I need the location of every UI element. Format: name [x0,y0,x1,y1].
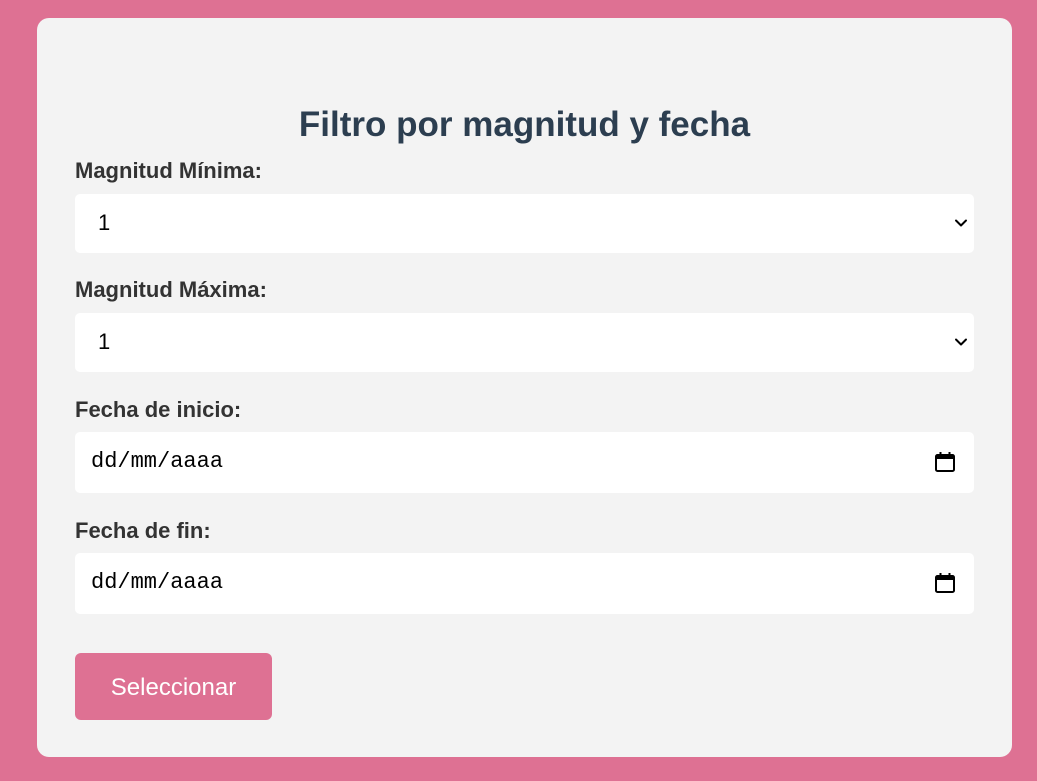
start-date-input[interactable]: dd/mm/aaaa [75,432,974,493]
select-button[interactable]: Seleccionar [75,653,272,720]
chevron-down-icon [955,338,967,346]
end-date-label: Fecha de fin: [75,518,211,543]
calendar-icon[interactable] [934,451,956,473]
min-magnitude-select[interactable]: 1 [75,194,974,253]
form-title: Filtro por magnitud y fecha [298,105,751,144]
end-date-placeholder: dd/mm/aaaa [91,570,224,595]
chevron-down-icon [955,219,967,227]
min-magnitude-selected-value: 1 [98,210,111,235]
max-magnitude-label: Magnitud Máxima: [75,277,267,302]
max-magnitude-select[interactable]: 1 [75,313,974,372]
end-date-input[interactable]: dd/mm/aaaa [75,553,974,614]
filter-form-card: Filtro por magnitud y fecha Magnitud Mín… [37,18,1012,757]
calendar-icon[interactable] [934,572,956,594]
start-date-placeholder: dd/mm/aaaa [91,449,224,474]
start-date-label: Fecha de inicio: [75,397,242,422]
min-magnitude-label: Magnitud Mínima: [75,158,262,183]
max-magnitude-selected-value: 1 [98,329,111,354]
